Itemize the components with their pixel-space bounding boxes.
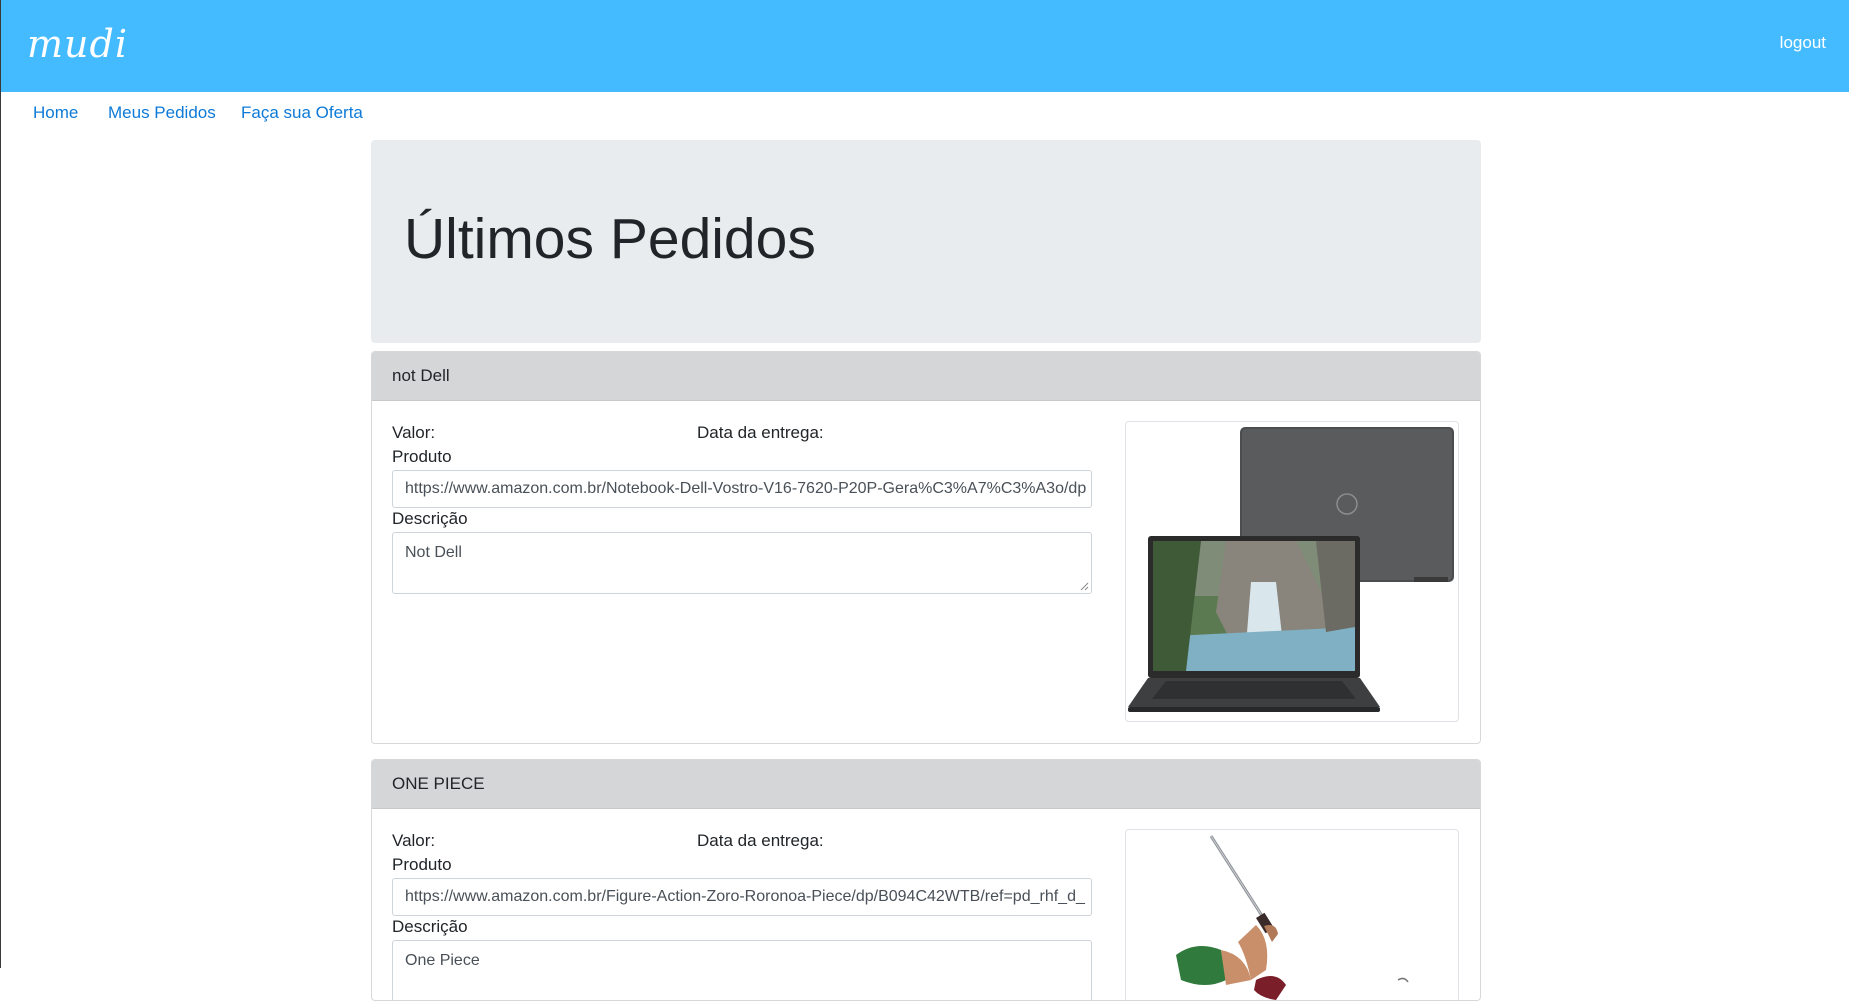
- description-text: Not Dell: [405, 544, 462, 561]
- figure-image: [1176, 835, 1409, 1000]
- logout-link[interactable]: logout: [1780, 33, 1826, 53]
- laptop-image: [1128, 427, 1454, 712]
- order-card-title: not Dell: [372, 352, 1480, 401]
- order-card: ONE PIECE Valor: Data da entrega: Produt…: [371, 759, 1481, 1001]
- page-title: Últimos Pedidos: [404, 207, 816, 271]
- description-text: One Piece: [405, 952, 480, 969]
- nav-home-link[interactable]: Home: [33, 103, 78, 123]
- delivery-date-label: Data da entrega:: [697, 831, 824, 850]
- nav-make-offer-link[interactable]: Faça sua Oferta: [241, 103, 363, 123]
- order-card: not Dell Valor: Data da entrega: Produto…: [371, 351, 1481, 744]
- description-label: Descrição: [392, 509, 468, 528]
- description-textarea[interactable]: Not Dell: [392, 532, 1092, 594]
- jumbotron: Últimos Pedidos: [371, 140, 1481, 343]
- top-navbar: mudi logout: [1, 0, 1849, 92]
- valor-label: Valor:: [392, 831, 436, 850]
- description-textarea[interactable]: One Piece: [392, 940, 1092, 1000]
- product-thumbnail: [1125, 829, 1459, 1000]
- product-url-input[interactable]: https://www.amazon.com.br/Figure-Action-…: [392, 878, 1092, 916]
- product-label: Produto: [392, 855, 452, 874]
- product-thumbnail: [1125, 421, 1459, 722]
- brand-logo[interactable]: mudi: [27, 18, 128, 70]
- resize-grip-icon[interactable]: [1080, 582, 1089, 591]
- description-label: Descrição: [392, 917, 468, 936]
- order-card-title: ONE PIECE: [372, 760, 1480, 809]
- nav-my-orders-link[interactable]: Meus Pedidos: [108, 103, 216, 123]
- sub-navigation: Home Meus Pedidos Faça sua Oferta: [1, 92, 1849, 132]
- product-label: Produto: [392, 447, 452, 466]
- product-url-input[interactable]: https://www.amazon.com.br/Notebook-Dell-…: [392, 470, 1092, 508]
- valor-label: Valor:: [392, 423, 436, 442]
- delivery-date-label: Data da entrega:: [697, 423, 824, 442]
